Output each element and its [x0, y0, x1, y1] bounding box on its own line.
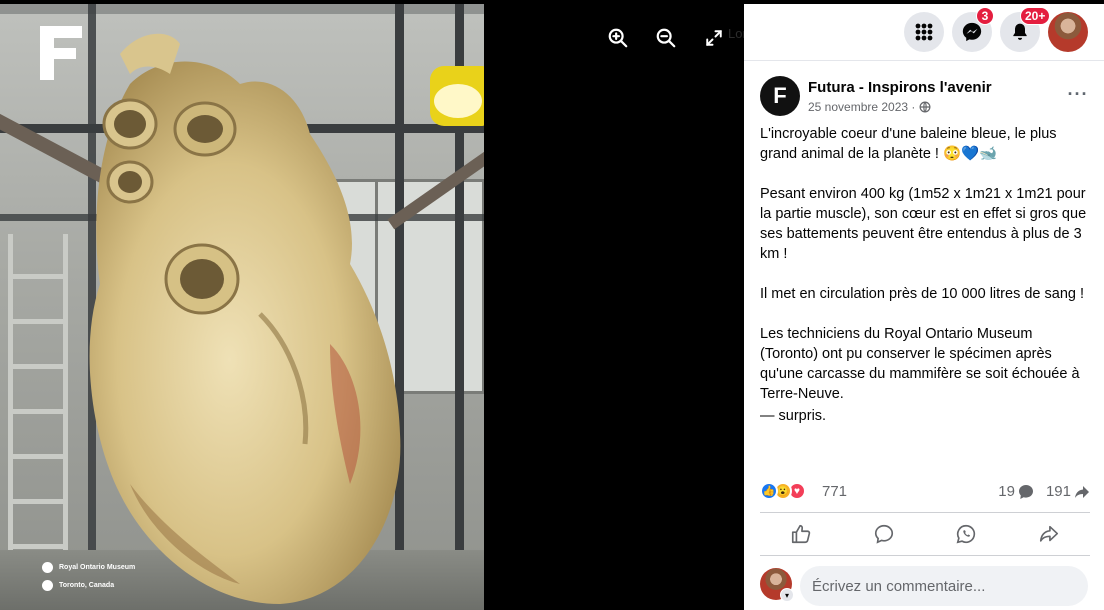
bell-icon [1013, 23, 1027, 40]
whatsapp-share-button[interactable] [925, 513, 1008, 555]
post-date-text: 25 novembre 2023 · [808, 100, 916, 114]
whatsapp-icon [956, 524, 976, 544]
scaffold-bar [0, 4, 484, 14]
messenger-icon [962, 22, 982, 42]
ellipsis-icon: ··· [1067, 83, 1089, 104]
photo-caption-place: Royal Ontario Museum [42, 562, 135, 573]
location-pin-icon [42, 580, 53, 591]
more-options-button[interactable]: ··· [1066, 82, 1090, 106]
post-timestamp[interactable]: 25 novembre 2023 · [808, 100, 931, 114]
futura-f-logo [40, 26, 82, 80]
post-paragraph: Pesant environ 400 kg (1m52 x 1m21 x 1m2… [760, 186, 1087, 262]
post-actions [760, 512, 1090, 556]
page-avatar[interactable]: F [760, 76, 800, 116]
globe-icon [919, 101, 931, 113]
like-reaction-icon: 👍 [760, 482, 778, 500]
menu-button[interactable] [904, 12, 944, 52]
zoom-out-button[interactable] [652, 24, 680, 52]
messenger-button[interactable]: 3 [952, 7, 994, 52]
zoom-in-icon [608, 28, 628, 48]
comment-count-value: 19 [998, 483, 1015, 500]
share-arrow-icon [1075, 485, 1089, 498]
comment-bubble-icon [1018, 484, 1033, 499]
grid-menu-icon [915, 23, 933, 41]
reaction-count[interactable]: 771 [822, 483, 847, 500]
post-paragraph: Les techniciens du Royal Ontario Museum … [760, 326, 1080, 402]
post-paragraph: Il met en circulation près de 10 000 lit… [760, 286, 1085, 302]
share-icon [1039, 525, 1058, 542]
post-header: F Futura - Inspirons l'avenir 25 novembr… [760, 76, 1090, 120]
notifications-button[interactable]: 20+ [1000, 7, 1051, 52]
whale-heart-illustration [89, 33, 401, 604]
comment-icon [874, 524, 893, 544]
zoom-in-button[interactable] [604, 24, 632, 52]
like-button[interactable] [760, 513, 843, 555]
post-body: L'incroyable coeur d'une baleine bleue, … [760, 124, 1090, 446]
top-navigation: 3 20+ [744, 4, 1104, 61]
media-viewer: Royal Ontario Museum Toronto, Canada Lor… [0, 0, 744, 610]
engagement-stats: 👍 😮 ♥ 771 19 191 [760, 480, 1090, 504]
instagram-icon [42, 562, 53, 573]
comment-share-counts: 19 191 [998, 483, 1090, 500]
photo-caption-place-text: Royal Ontario Museum [59, 564, 136, 571]
share-count[interactable]: 191 [1046, 483, 1090, 500]
photo-caption-location-text: Toronto, Canada [59, 582, 115, 589]
messenger-badge: 3 [976, 7, 994, 25]
notifications-badge: 20+ [1020, 7, 1051, 25]
thumbs-up-icon [792, 524, 811, 544]
share-count-value: 191 [1045, 483, 1071, 500]
account-avatar[interactable] [1048, 12, 1088, 52]
work-lamp [430, 66, 484, 126]
post-paragraph: — surpris. [760, 408, 827, 424]
photo-caption-location: Toronto, Canada [42, 580, 114, 591]
comment-composer: ▾ [760, 564, 1090, 610]
ghost-search-overlay: Lorem Protacyae [728, 26, 744, 41]
comment-input[interactable] [800, 566, 1088, 606]
chevron-down-icon[interactable]: ▾ [780, 588, 794, 602]
post-photo[interactable]: Royal Ontario Museum Toronto, Canada [0, 4, 484, 610]
reaction-icons[interactable]: 👍 😮 ♥ [760, 482, 806, 500]
comment-count[interactable]: 19 [998, 483, 1034, 500]
post-panel: 3 20+ F Futura - Inspirons l'avenir 25 n… [744, 4, 1104, 610]
page-name-link[interactable]: Futura - Inspirons l'avenir [808, 79, 992, 96]
comment-button[interactable] [843, 513, 926, 555]
share-button[interactable] [1008, 513, 1091, 555]
zoom-out-icon [656, 28, 676, 48]
post-paragraph: L'incroyable coeur d'une baleine bleue, … [760, 126, 1057, 162]
ladder [8, 234, 68, 564]
